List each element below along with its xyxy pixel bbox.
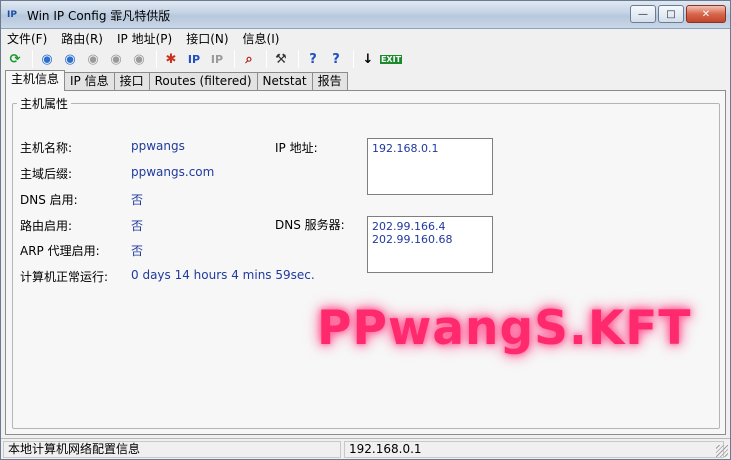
group-title: 主机属性 xyxy=(17,95,72,112)
resize-grip[interactable] xyxy=(716,445,728,457)
tab-netstat[interactable]: Netstat xyxy=(256,72,313,91)
search-icon: ⌕ xyxy=(245,51,253,67)
window-title: Win IP Config 霏凡特供版 xyxy=(27,9,171,23)
menu-info[interactable]: 信息(I) xyxy=(243,30,280,47)
host-properties-group: 主机属性 主机名称: ppwangs 主域后缀: ppwangs.com DNS… xyxy=(12,95,720,429)
network-globe-icon: ◉ xyxy=(41,51,53,67)
status-bar: 本地计算机网络配置信息 192.168.0.1 xyxy=(1,438,730,459)
context-help-button[interactable]: ? xyxy=(326,49,346,69)
menu-ip-address[interactable]: IP 地址(P) xyxy=(117,30,172,47)
tab-ip-info[interactable]: IP 信息 xyxy=(64,72,115,91)
toolbar-separator xyxy=(353,50,354,68)
dns-servers-label: DNS 服务器: xyxy=(275,218,345,232)
host-info-panel: 主机属性 主机名称: ppwangs 主域后缀: ppwangs.com DNS… xyxy=(5,90,726,435)
toolbar-separator xyxy=(298,50,299,68)
maximize-button[interactable]: □ xyxy=(658,5,684,23)
tab-routes-filtered[interactable]: Routes (filtered) xyxy=(148,72,258,91)
help-button[interactable]: ? xyxy=(303,49,323,69)
interface-button[interactable]: ✱ xyxy=(161,49,181,69)
exit-button[interactable]: EXIT xyxy=(379,49,403,69)
ip-disabled-button[interactable]: IP xyxy=(207,49,227,69)
hostname-value: ppwangs xyxy=(131,139,185,153)
arp-proxy-label: ARP 代理启用: xyxy=(20,244,100,258)
routing-enabled-label: 路由启用: xyxy=(20,219,73,233)
title-bar[interactable]: IP Win IP Config 霏凡特供版 — □ ✕ xyxy=(1,1,730,29)
tab-report[interactable]: 报告 xyxy=(311,72,348,91)
router-disabled-icon: ◉ xyxy=(87,51,99,67)
status-ip: 192.168.0.1 xyxy=(344,441,724,458)
ip-icon: IP xyxy=(187,52,201,66)
close-button[interactable]: ✕ xyxy=(686,5,726,23)
toolbar-separator xyxy=(32,50,33,68)
network-globe-button[interactable]: ◉ xyxy=(37,49,57,69)
pointer-button[interactable]: ↓ xyxy=(358,49,378,69)
arp-proxy-value: 否 xyxy=(131,244,144,258)
tools-icon: ⚒ xyxy=(275,51,287,67)
menu-bar: 文件(F) 路由(R) IP 地址(P) 接口(N) 信息(I) xyxy=(1,29,730,47)
interface-icon: ✱ xyxy=(165,51,177,67)
router-disabled-button[interactable]: ◉ xyxy=(83,49,103,69)
hostname-label: 主机名称: xyxy=(20,141,73,155)
dns-servers-list[interactable]: 202.99.166.4 202.99.160.68 xyxy=(367,216,493,273)
context-help-icon: ? xyxy=(332,51,340,67)
search-button[interactable]: ⌕ xyxy=(239,49,259,69)
refresh-icon: ⟳ xyxy=(9,51,21,67)
window-controls: — □ ✕ xyxy=(628,5,726,23)
list-item[interactable]: 202.99.160.68 xyxy=(372,233,488,246)
menu-interface[interactable]: 接口(N) xyxy=(186,30,228,47)
router-disabled-3-button[interactable]: ◉ xyxy=(129,49,149,69)
router-disabled-2-button[interactable]: ◉ xyxy=(106,49,126,69)
ip-disabled-icon: IP xyxy=(210,52,224,66)
list-item[interactable]: 202.99.166.4 xyxy=(372,220,488,233)
help-icon: ? xyxy=(309,51,317,67)
tab-strip: 主机信息 IP 信息 接口 Routes (filtered) Netstat … xyxy=(5,70,348,91)
routing-enabled-value: 否 xyxy=(131,219,144,233)
tab-interfaces[interactable]: 接口 xyxy=(113,72,150,91)
refresh-button[interactable]: ⟳ xyxy=(5,49,25,69)
toolbar-separator xyxy=(234,50,235,68)
dns-enabled-label: DNS 启用: xyxy=(20,193,78,207)
exit-icon: EXIT xyxy=(379,54,403,64)
toolbar-separator xyxy=(266,50,267,68)
ip-address-label: IP 地址: xyxy=(275,141,318,155)
router-disabled-2-icon: ◉ xyxy=(110,51,122,67)
router-disabled-3-icon: ◉ xyxy=(133,51,145,67)
minimize-button[interactable]: — xyxy=(630,5,656,23)
tools-button[interactable]: ⚒ xyxy=(271,49,291,69)
menu-route[interactable]: 路由(R) xyxy=(61,30,103,47)
toolbar-separator xyxy=(156,50,157,68)
app-window: IP Win IP Config 霏凡特供版 — □ ✕ 文件(F) 路由(R)… xyxy=(0,0,731,460)
pointer-icon: ↓ xyxy=(362,51,374,67)
router-button[interactable]: ◉ xyxy=(60,49,80,69)
ip-address-list[interactable]: 192.168.0.1 xyxy=(367,138,493,195)
uptime-value: 0 days 14 hours 4 mins 59sec. xyxy=(131,268,315,282)
menu-file[interactable]: 文件(F) xyxy=(7,30,47,47)
ip-button[interactable]: IP xyxy=(184,49,204,69)
router-icon: ◉ xyxy=(64,51,76,67)
toolbar: ⟳ ◉ ◉ ◉ ◉ ◉ ✱ IP IP ⌕ ⚒?? ↓ EXIT xyxy=(1,47,730,71)
domain-suffix-label: 主域后缀: xyxy=(20,167,73,181)
uptime-label: 计算机正常运行: xyxy=(20,270,109,284)
list-item[interactable]: 192.168.0.1 xyxy=(372,142,488,155)
watermark-logo: PPwangS.KFT xyxy=(317,301,692,356)
app-icon: IP xyxy=(7,10,17,20)
domain-suffix-value: ppwangs.com xyxy=(131,165,215,179)
tab-host-info[interactable]: 主机信息 xyxy=(5,70,66,91)
status-message: 本地计算机网络配置信息 xyxy=(3,441,341,458)
dns-enabled-value: 否 xyxy=(131,193,144,207)
